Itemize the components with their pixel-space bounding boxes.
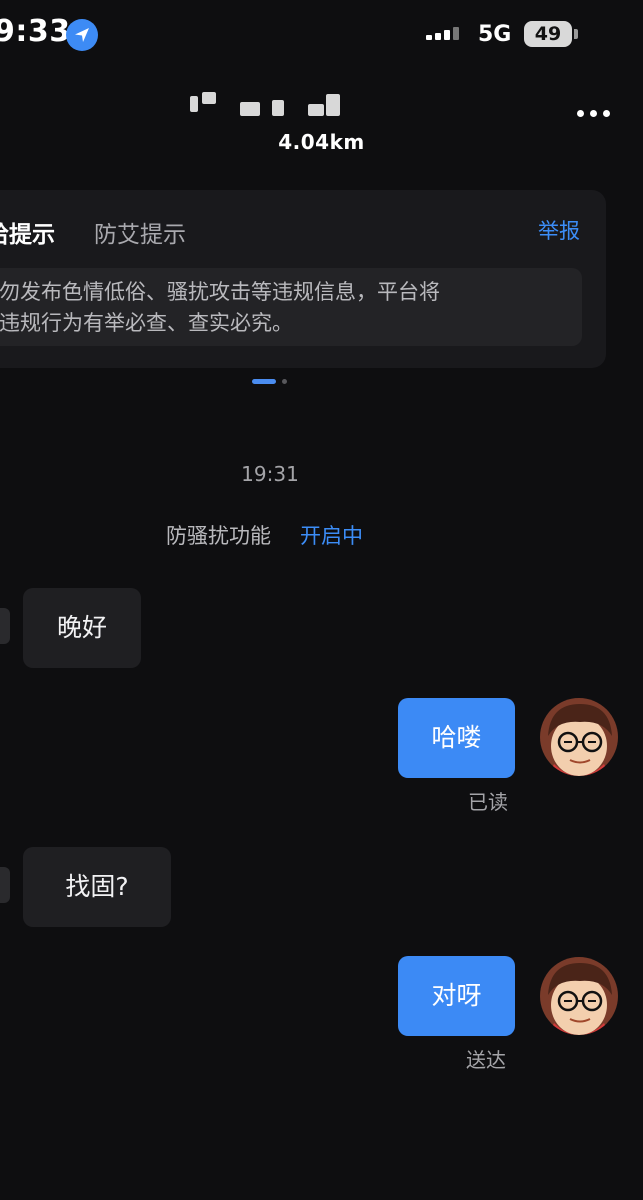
contact-name-blurred[interactable] bbox=[180, 92, 365, 118]
location-arrow-icon bbox=[66, 19, 98, 51]
notice-text: 请勿发布色情低俗、骚扰攻击等违规信息，平台将 对违规行为有举必查、查实必究。 bbox=[0, 277, 578, 339]
signal-icon bbox=[426, 26, 470, 40]
message-bubble-outgoing[interactable]: 对呀 bbox=[398, 956, 515, 1036]
message-bubble-incoming[interactable]: 晚好 bbox=[23, 588, 141, 668]
chat-timestamp: 19:31 bbox=[241, 462, 299, 486]
page-dot-active bbox=[252, 379, 276, 384]
page-indicator bbox=[252, 379, 292, 385]
anti-harass-label: 防骚扰功能 bbox=[166, 524, 271, 548]
notice-line-1: 请勿发布色情低俗、骚扰攻击等违规信息，平台将 bbox=[0, 280, 440, 304]
notice-line-2: 对违规行为有举必查、查实必究。 bbox=[0, 311, 293, 335]
network-type: 5G bbox=[478, 22, 512, 47]
more-icon[interactable] bbox=[574, 104, 614, 124]
report-link[interactable]: 举报 bbox=[538, 215, 580, 245]
message-bubble-outgoing[interactable]: 哈喽 bbox=[398, 698, 515, 778]
incoming-avatar-edge[interactable] bbox=[0, 608, 10, 644]
tab-aids-tips[interactable]: 防艾提示 bbox=[94, 215, 186, 249]
avatar-icon[interactable] bbox=[540, 957, 618, 1035]
page-dot bbox=[282, 379, 287, 384]
battery-tip bbox=[574, 29, 578, 39]
contact-distance: 4.04km bbox=[278, 130, 365, 154]
status-time: 9:33 bbox=[0, 14, 71, 49]
delivered-receipt: 送达 bbox=[466, 1048, 506, 1072]
battery-icon: 49 bbox=[524, 21, 572, 47]
incoming-avatar-edge[interactable] bbox=[0, 867, 10, 903]
read-receipt: 已读 bbox=[468, 790, 508, 814]
avatar-icon[interactable] bbox=[540, 698, 618, 776]
anti-harass-status[interactable]: 开启中 bbox=[300, 520, 363, 550]
message-bubble-incoming[interactable]: 找固? bbox=[23, 847, 171, 927]
tab-tips[interactable]: 哈提示 bbox=[0, 215, 55, 249]
